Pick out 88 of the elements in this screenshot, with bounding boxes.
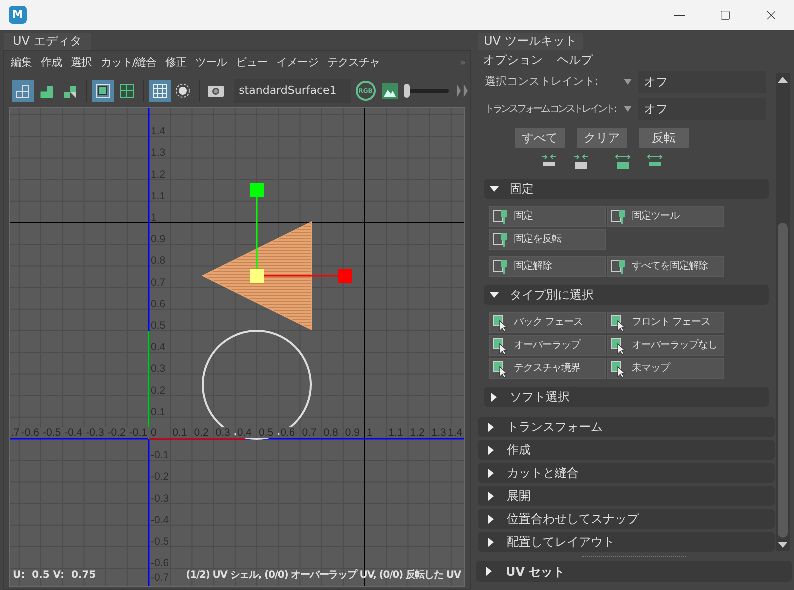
scroll-down-icon[interactable]	[778, 542, 788, 548]
cursor-select-icon	[610, 336, 628, 354]
section-title: 展開	[507, 488, 531, 505]
tool-button[interactable]: バック フェース	[489, 312, 606, 333]
cursor-select-icon	[492, 314, 510, 332]
camera-icon	[207, 84, 226, 98]
section-header[interactable]: 展開	[478, 486, 775, 506]
minimize-icon	[674, 14, 684, 16]
menu-item[interactable]: 編集	[11, 54, 32, 72]
grow-shrink-icon[interactable]	[615, 154, 631, 170]
tool-button[interactable]: フロント フェース	[607, 312, 724, 333]
cursor-select-icon	[492, 336, 510, 354]
section-header[interactable]: 位置合わせしてスナップ	[478, 509, 775, 529]
move-manipulator[interactable]	[250, 183, 352, 283]
tool-button[interactable]: 固定	[489, 206, 606, 227]
menu-item[interactable]: ビュー	[236, 54, 268, 72]
section-title: 配置してレイアウト	[507, 534, 615, 551]
tool-button[interactable]: すべてを固定解除	[607, 256, 724, 277]
toolbar-button[interactable]	[148, 80, 171, 102]
constraint-dropdown[interactable]: オフ	[638, 98, 766, 120]
editor-tab[interactable]: UV エディタ	[4, 33, 91, 50]
cursor-select-icon	[610, 360, 628, 378]
uv-shell-triangle[interactable]	[202, 221, 312, 331]
section-header[interactable]: カットと縫合	[478, 463, 775, 483]
grid-square-icon	[118, 82, 136, 100]
scrollbar[interactable]	[776, 73, 790, 551]
select-button[interactable]: クリア	[577, 128, 627, 148]
section-title: カットと縫合	[507, 465, 579, 482]
exposure-slider[interactable]	[404, 84, 450, 98]
menu-item[interactable]: ヘルプ	[557, 51, 593, 69]
pin-icon	[492, 258, 510, 276]
section-header[interactable]: UV セット	[476, 561, 792, 582]
tool-button[interactable]: オーバーラップなし	[607, 335, 724, 356]
image-button[interactable]	[382, 83, 398, 99]
cursor-select-icon	[492, 360, 510, 378]
double-chevron-icon[interactable]	[456, 83, 470, 99]
toolkit-tab[interactable]: UV ツールキット	[478, 33, 583, 50]
pin-icon	[610, 208, 628, 226]
dropdown-arrow-icon[interactable]	[624, 106, 632, 112]
section-header[interactable]: ソフト選択	[484, 387, 769, 407]
pin-icon	[492, 230, 510, 248]
section-header[interactable]: 作成	[478, 440, 775, 460]
grow-shrink-icon[interactable]	[573, 154, 589, 170]
pin-icon	[492, 208, 510, 226]
constraint-dropdown[interactable]: オフ	[638, 71, 766, 93]
section-title: 作成	[507, 442, 531, 459]
menu-item[interactable]: ツール	[196, 54, 228, 72]
tool-button[interactable]: オーバーラップ	[489, 335, 606, 356]
section-title: ソフト選択	[510, 389, 570, 406]
section-title: タイプ別に選択	[510, 287, 594, 304]
section-title: 位置合わせしてスナップ	[507, 511, 639, 528]
section-header[interactable]: トランスフォーム	[478, 417, 775, 437]
tool-button[interactable]: 固定を反転	[489, 229, 606, 250]
menu-item[interactable]: オプション	[483, 51, 543, 69]
select-button[interactable]: すべて	[515, 128, 565, 148]
dotted-circle-icon	[174, 82, 192, 100]
scroll-up-icon[interactable]	[778, 77, 788, 83]
framed-square-icon	[94, 82, 112, 100]
menu-item[interactable]: 作成	[41, 54, 62, 72]
section-header[interactable]: 配置してレイアウト	[478, 532, 775, 552]
section-title: UV セット	[506, 564, 566, 580]
maximize-icon	[720, 10, 730, 20]
section-header[interactable]: タイプ別に選択	[484, 285, 769, 305]
slider-thumb[interactable]	[404, 84, 410, 98]
scrollbar-thumb[interactable]	[778, 223, 788, 538]
uv-coordinates: U: 0.5 V: 0.75	[13, 569, 96, 583]
toolbar-button[interactable]	[92, 80, 114, 102]
tool-button[interactable]: 固定ツール	[607, 206, 724, 227]
section-header[interactable]: 固定	[484, 179, 769, 199]
menu-item[interactable]: 修正	[166, 54, 187, 72]
menu-item[interactable]: イメージ	[276, 54, 319, 72]
menu-item[interactable]: テクスチャ	[328, 54, 380, 72]
dropdown-arrow-icon[interactable]	[624, 79, 632, 85]
pin-icon	[610, 258, 628, 276]
constraint-label: 選択コンストレイント:	[485, 74, 600, 90]
shader-field[interactable]: standardSurface1	[234, 79, 351, 103]
grid-icon	[150, 82, 169, 100]
tool-button[interactable]: テクスチャ境界	[489, 358, 606, 379]
app-logo: M	[9, 6, 27, 24]
tool-button[interactable]: 固定解除	[489, 256, 606, 277]
tool-button[interactable]: 未マップ	[607, 358, 724, 379]
cursor-select-icon	[610, 314, 628, 332]
menu-item[interactable]: 選択	[71, 54, 92, 72]
menu-item[interactable]: カット/縫合	[101, 54, 157, 72]
section-title: トランスフォーム	[507, 419, 603, 436]
constraint-label: トランスフォーム コンストレイント:	[485, 102, 618, 116]
section-title: 固定	[510, 181, 534, 198]
select-button[interactable]: 反転	[639, 128, 689, 148]
